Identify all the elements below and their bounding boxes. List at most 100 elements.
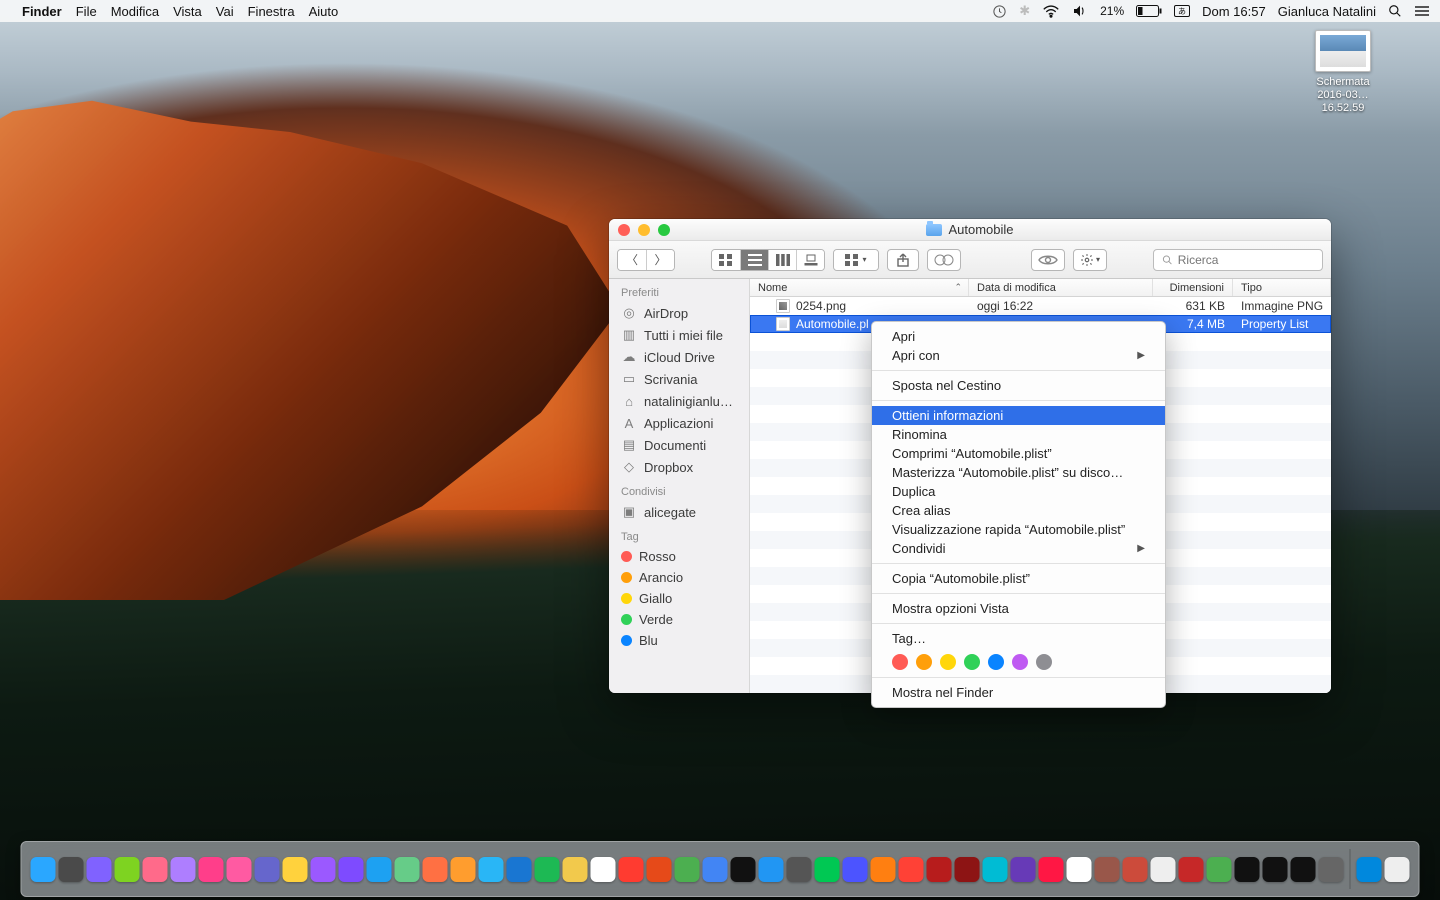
col-date[interactable]: Data di modifica	[969, 279, 1153, 296]
tag-color[interactable]	[1012, 654, 1028, 670]
view-coverflow-button[interactable]	[796, 250, 824, 270]
close-button[interactable]	[618, 224, 630, 236]
bluetooth-icon[interactable]: ✱	[1019, 3, 1030, 19]
dock-app-39[interactable]	[1123, 857, 1148, 882]
dock-app-4[interactable]	[143, 857, 168, 882]
dock-app-33[interactable]	[955, 857, 980, 882]
context-menu-item[interactable]: Ottieni informazioni	[872, 406, 1165, 425]
edit-tags-button[interactable]	[927, 249, 961, 271]
context-menu-item[interactable]: Crea alias	[872, 501, 1165, 520]
sidebar-item-5[interactable]: AApplicazioni	[609, 412, 749, 434]
dock-app-10[interactable]	[311, 857, 336, 882]
app-menu[interactable]: Finder	[22, 4, 62, 19]
tag-color[interactable]	[892, 654, 908, 670]
dock-app-29[interactable]	[843, 857, 868, 882]
search-field[interactable]	[1153, 249, 1323, 271]
view-icons-button[interactable]	[712, 250, 740, 270]
timemachine-icon[interactable]	[992, 4, 1007, 19]
table-row[interactable]: 0254.png oggi 16:22 631 KB Immagine PNG	[750, 297, 1331, 315]
sidebar-item-shared[interactable]: ▣alicegate	[609, 501, 749, 523]
dock-app-42[interactable]	[1207, 857, 1232, 882]
dock-app-7[interactable]	[227, 857, 252, 882]
dock-app-20[interactable]	[591, 857, 616, 882]
wifi-icon[interactable]	[1042, 5, 1060, 18]
search-input[interactable]	[1178, 253, 1314, 267]
dock-app-25[interactable]	[731, 857, 756, 882]
dock-app-28[interactable]	[815, 857, 840, 882]
dock-app-44[interactable]	[1263, 857, 1288, 882]
dock-app-47[interactable]	[1357, 857, 1382, 882]
sidebar-item-1[interactable]: ▥Tutti i miei file	[609, 324, 749, 346]
text-input-icon[interactable]: あ	[1174, 5, 1190, 17]
context-menu-item[interactable]: Visualizzazione rapida “Automobile.plist…	[872, 520, 1165, 539]
quicklook-button[interactable]	[1031, 249, 1065, 271]
dock-app-16[interactable]	[479, 857, 504, 882]
volume-icon[interactable]	[1072, 4, 1088, 18]
notification-center-icon[interactable]	[1414, 5, 1430, 17]
dock-app-12[interactable]	[367, 857, 392, 882]
dock-app-48[interactable]	[1385, 857, 1410, 882]
tag-color[interactable]	[916, 654, 932, 670]
dock-app-38[interactable]	[1095, 857, 1120, 882]
tag-color[interactable]	[940, 654, 956, 670]
dock-app-17[interactable]	[507, 857, 532, 882]
desktop-file-screenshot[interactable]: Schermata 2016-03…16.52.59	[1301, 30, 1385, 115]
clock[interactable]: Dom 16:57	[1202, 4, 1266, 19]
arrange-dropdown[interactable]: ▾	[833, 249, 879, 271]
zoom-button[interactable]	[658, 224, 670, 236]
minimize-button[interactable]	[638, 224, 650, 236]
view-columns-button[interactable]	[768, 250, 796, 270]
dock-app-30[interactable]	[871, 857, 896, 882]
col-kind[interactable]: Tipo	[1233, 279, 1331, 296]
dock-app-36[interactable]	[1039, 857, 1064, 882]
context-menu-item[interactable]: Condividi▶	[872, 539, 1165, 558]
dock-app-24[interactable]	[703, 857, 728, 882]
menu-file[interactable]: File	[76, 4, 97, 19]
context-menu-item[interactable]: Tag…	[872, 629, 1165, 648]
dock-app-37[interactable]	[1067, 857, 1092, 882]
menu-aiuto[interactable]: Aiuto	[309, 4, 339, 19]
menu-vai[interactable]: Vai	[216, 4, 234, 19]
dock-app-46[interactable]	[1319, 857, 1344, 882]
sidebar-item-0[interactable]: ◎AirDrop	[609, 302, 749, 324]
dock-app-2[interactable]	[87, 857, 112, 882]
context-menu-item[interactable]: Duplica	[872, 482, 1165, 501]
context-menu-item[interactable]: Copia “Automobile.plist”	[872, 569, 1165, 588]
context-menu-item[interactable]: Masterizza “Automobile.plist” su disco…	[872, 463, 1165, 482]
sidebar-tag[interactable]: Giallo	[609, 588, 749, 609]
tag-color[interactable]	[1036, 654, 1052, 670]
dock-app-8[interactable]	[255, 857, 280, 882]
col-name[interactable]: Nome⌃	[750, 279, 969, 296]
sidebar-item-3[interactable]: ▭Scrivania	[609, 368, 749, 390]
sidebar-item-6[interactable]: ▤Documenti	[609, 434, 749, 456]
forward-button[interactable]: 〉	[646, 250, 674, 270]
dock-app-34[interactable]	[983, 857, 1008, 882]
dock-app-19[interactable]	[563, 857, 588, 882]
dock-app-5[interactable]	[171, 857, 196, 882]
dock-app-40[interactable]	[1151, 857, 1176, 882]
tag-color[interactable]	[988, 654, 1004, 670]
menu-vista[interactable]: Vista	[173, 4, 202, 19]
sidebar-item-2[interactable]: ☁iCloud Drive	[609, 346, 749, 368]
dock-app-21[interactable]	[619, 857, 644, 882]
dock-app-18[interactable]	[535, 857, 560, 882]
dock-app-0[interactable]	[31, 857, 56, 882]
dock-app-32[interactable]	[927, 857, 952, 882]
battery-icon[interactable]	[1136, 5, 1162, 17]
spotlight-icon[interactable]	[1388, 4, 1402, 18]
view-list-button[interactable]	[740, 250, 768, 270]
context-menu-item[interactable]: Apri con▶	[872, 346, 1165, 365]
dock-app-31[interactable]	[899, 857, 924, 882]
menu-modifica[interactable]: Modifica	[111, 4, 159, 19]
share-button[interactable]	[887, 249, 919, 271]
sidebar-tag[interactable]: Rosso	[609, 546, 749, 567]
context-menu-item[interactable]: Mostra nel Finder	[872, 683, 1165, 702]
dock-app-1[interactable]	[59, 857, 84, 882]
tag-color[interactable]	[964, 654, 980, 670]
dock-app-14[interactable]	[423, 857, 448, 882]
dock-app-43[interactable]	[1235, 857, 1260, 882]
menu-finestra[interactable]: Finestra	[248, 4, 295, 19]
sidebar-tag[interactable]: Arancio	[609, 567, 749, 588]
col-size[interactable]: Dimensioni	[1153, 279, 1233, 296]
user-menu[interactable]: Gianluca Natalini	[1278, 4, 1376, 19]
